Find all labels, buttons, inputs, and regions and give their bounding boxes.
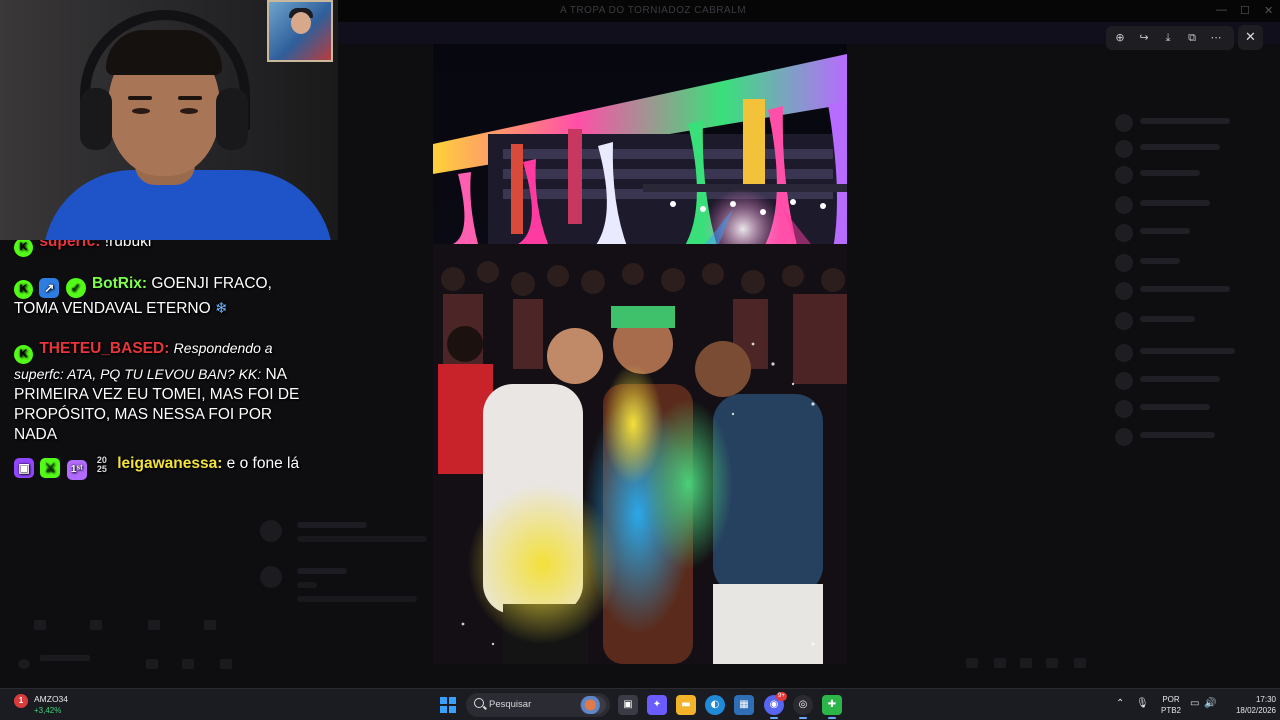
window-title: A TROPA DO TORNIADOZ CABRALM [560, 5, 747, 16]
clock-time: 17:30 [1255, 695, 1276, 704]
first-badge-icon: 1ˢᵗ [66, 460, 87, 480]
vip-badge-icon: ↗ [39, 278, 60, 298]
stock-name: AMZO34 [34, 694, 69, 704]
background-chat-area [330, 80, 434, 500]
task-view-icon[interactable]: ▣ [618, 695, 638, 715]
search-placeholder: Pesquisar [489, 699, 532, 710]
carnival-photo-image [433, 44, 847, 664]
taskbar-search[interactable]: Pesquisar [466, 693, 610, 717]
zoom-in-icon[interactable]: ⊕ [1111, 29, 1129, 47]
volume-icon[interactable]: 🔊 [1204, 698, 1216, 709]
download-icon[interactable]: ⤓ [1159, 29, 1177, 47]
member-item [1110, 194, 1270, 214]
kick-badge-icon: K [14, 345, 33, 364]
language-code: POR [1162, 695, 1180, 704]
language-indicator[interactable]: POR PTB2 [1160, 694, 1182, 716]
more-options-icon[interactable]: ⋯ [1207, 29, 1225, 47]
member-item [1110, 370, 1270, 390]
clock-date: 18/02/2026 [1235, 706, 1276, 715]
chat-message: K THETEU_BASED: Respondendo a superfc: A… [14, 338, 319, 445]
member-item [1110, 310, 1270, 330]
file-explorer-icon[interactable]: ▬ [676, 695, 696, 715]
member-item [1110, 426, 1270, 446]
verified-badge-icon: ✓ [65, 278, 86, 298]
search-icon [474, 698, 484, 708]
background-member-list [1110, 80, 1280, 520]
keyboard-layout: PTB2 [1160, 706, 1181, 715]
windows-start-icon[interactable] [440, 697, 456, 713]
member-item [1110, 138, 1270, 158]
microphone-icon[interactable]: 🎙 [1136, 698, 1149, 709]
notification-badge: 1 [14, 694, 28, 708]
open-external-icon[interactable]: ⧉ [1183, 29, 1201, 47]
desktop: A TROPA DO TORNIADOZ CABRALM — ☐ ✕ K sup… [0, 0, 1280, 720]
twitch-badge-icon: ▣ [14, 458, 34, 478]
maximize-button[interactable]: ☐ [1240, 4, 1250, 17]
chat-username: BotRix: [91, 275, 148, 292]
chat-username: leigawanessa: [117, 455, 223, 472]
member-item [1110, 398, 1270, 418]
sword-badge-icon: ⚔ [40, 458, 61, 478]
clock[interactable]: 17:30 18/02/2026 [1220, 694, 1276, 716]
member-item [1110, 342, 1270, 362]
close-viewer-button[interactable]: ✕ [1238, 25, 1263, 50]
edge-icon[interactable]: ◐ [705, 695, 725, 715]
member-item [1110, 222, 1270, 242]
share-icon[interactable]: ↪ [1135, 29, 1153, 47]
image-viewer-toolbar: ⊕ ↪ ⤓ ⧉ ⋯ [1106, 26, 1234, 50]
taskbar: 1 AMZO34 +3,42% Pesquisar ▣ ✦ ▬ ◐ ▦ ◉ 9+… [0, 688, 1280, 720]
close-window-button[interactable]: ✕ [1264, 4, 1273, 17]
copilot-icon[interactable]: ✦ [647, 695, 667, 715]
chat-text: e o fone lá [226, 455, 300, 472]
member-item [1110, 164, 1270, 184]
webcam-overlay [0, 0, 338, 240]
year-badge-icon: 20 25 [96, 455, 107, 474]
chat-message: ▣ ⚔ 1ˢᵗ 20 25 leigawanessa: e o fone lá [14, 454, 319, 480]
snowflake-emoji-icon: ❄ [214, 300, 228, 317]
discord-notification-badge: 9+ [776, 692, 787, 701]
background-messages [255, 500, 435, 620]
minimize-button[interactable]: — [1216, 4, 1227, 16]
streamer-image [40, 10, 338, 240]
chat-username: THETEU_BASED: [39, 340, 170, 357]
member-item [1110, 280, 1270, 300]
background-toolbar [960, 656, 1100, 670]
system-tray: ⌃ 🎙 POR PTB2 ▭ 🔊 17:30 18/02/2026 [1110, 689, 1280, 720]
obs-icon[interactable]: ◎ [793, 695, 813, 719]
whatsapp-icon[interactable]: ✚ [822, 695, 842, 719]
kick-badge-icon: K [14, 280, 33, 299]
kick-badge-icon: K [14, 238, 33, 257]
member-item [1110, 252, 1270, 272]
stock-widget[interactable]: 1 AMZO34 +3,42% [14, 692, 104, 718]
chat-message: K ↗ ✓ BotRix: GOENJI FRACO, TOMA VENDAVA… [14, 274, 319, 319]
chevron-up-icon[interactable]: ⌃ [1116, 698, 1124, 709]
display-icon[interactable]: ▭ [1190, 698, 1199, 709]
background-sidebar-footer [0, 575, 250, 688]
search-highlight-icon [580, 696, 606, 714]
viewer-photo[interactable] [433, 44, 847, 664]
stock-change: +3,42% [34, 706, 62, 715]
stream-chat-overlay: K superfc: !rubuki K ↗ ✓ BotRix: GOENJI … [0, 228, 330, 518]
member-item [1110, 112, 1270, 132]
photos-icon[interactable]: ▦ [734, 695, 754, 715]
